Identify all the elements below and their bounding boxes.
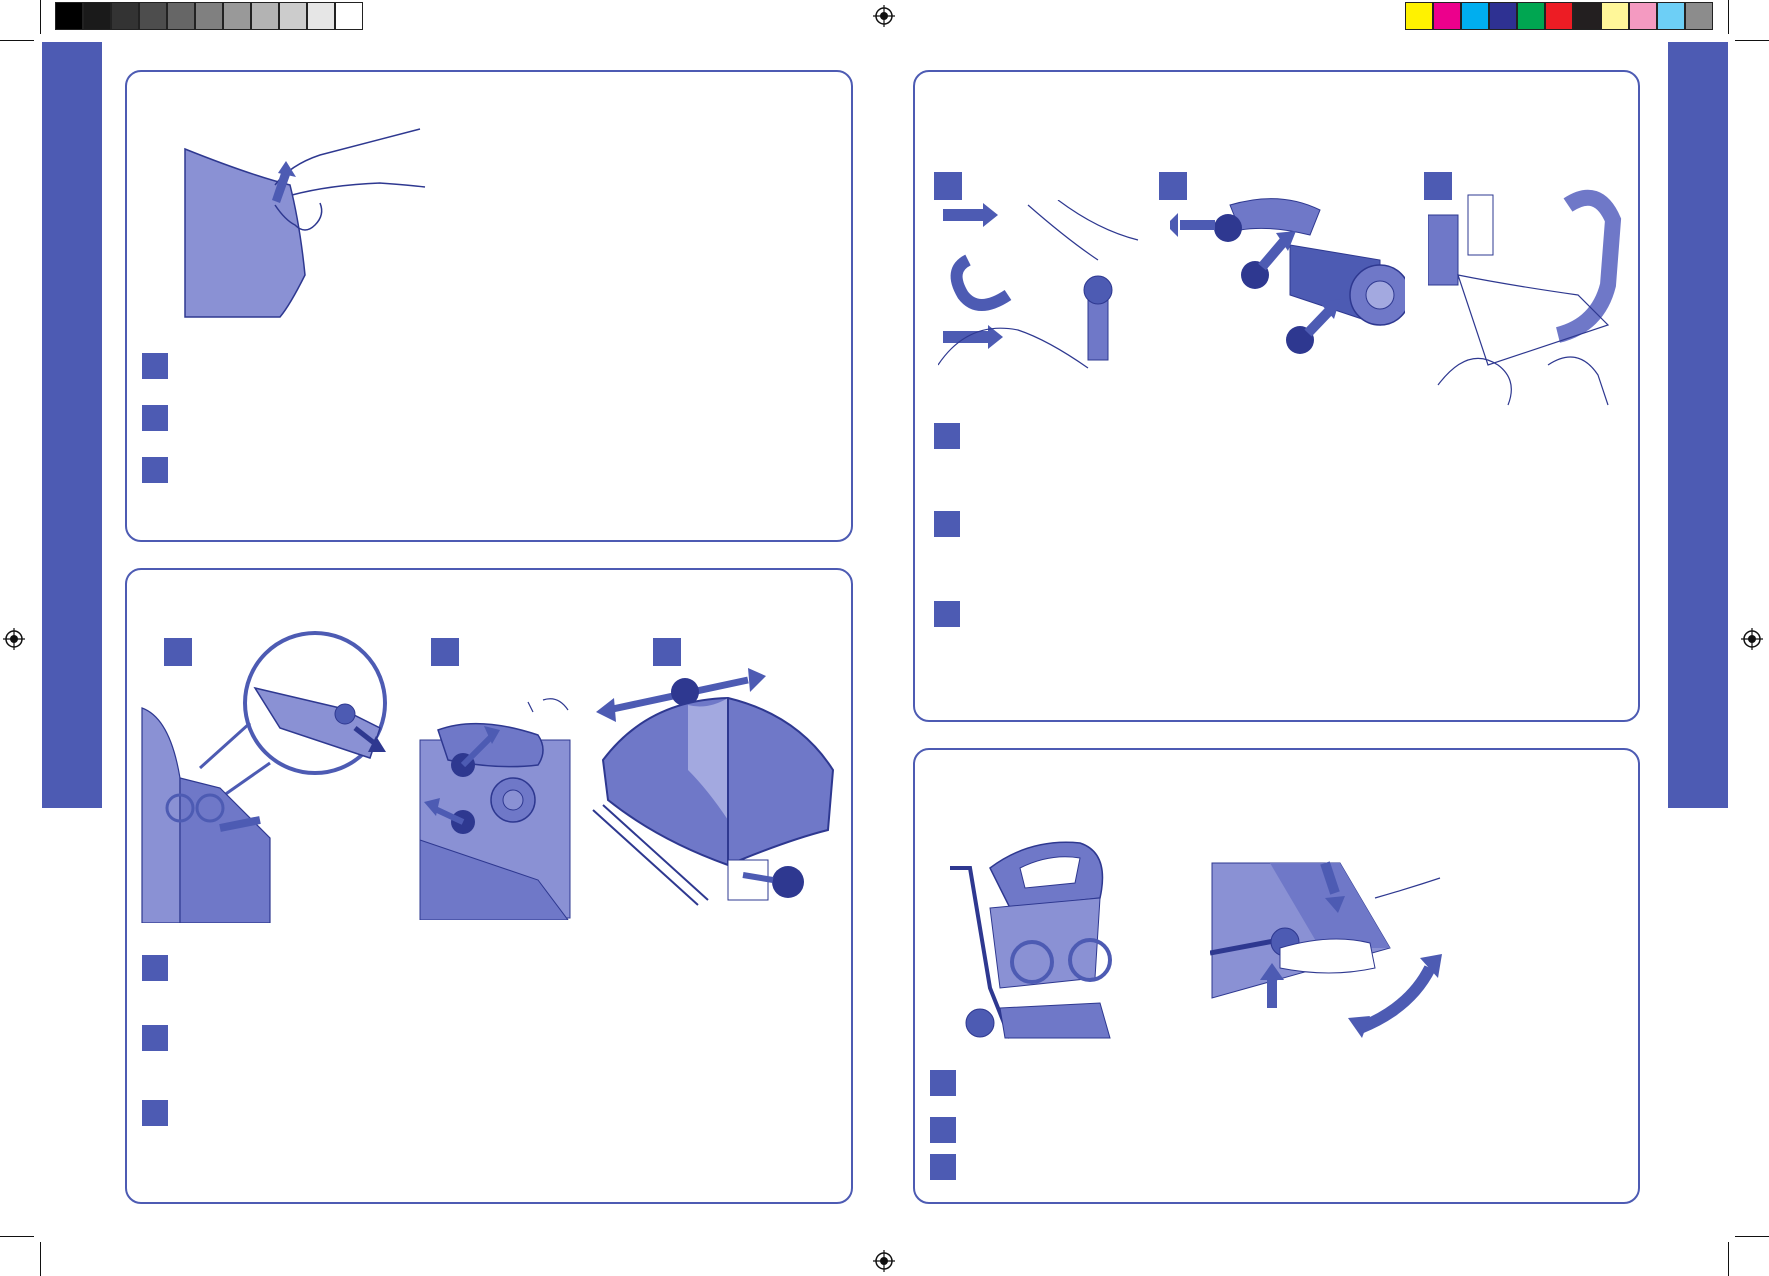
left-sidebar-tab [42, 42, 102, 808]
step-marker-icon [934, 172, 962, 200]
color-swatch [1657, 2, 1685, 30]
gray-swatch [167, 2, 195, 30]
illustration-hand-lifting-cover [180, 125, 430, 320]
crop-mark [1735, 40, 1769, 41]
registration-mark-icon [873, 1250, 895, 1272]
color-swatch [1601, 2, 1629, 30]
crop-mark [0, 1236, 34, 1237]
color-swatch [1573, 2, 1601, 30]
step-square [930, 1154, 956, 1180]
gray-swatch [279, 2, 307, 30]
gray-swatch [195, 2, 223, 30]
illustration-canopy-slide [588, 660, 838, 922]
step-square [142, 457, 168, 483]
crop-mark [1728, 0, 1729, 34]
illustration-canopy-hinge [418, 690, 573, 920]
color-swatch [1405, 2, 1433, 30]
crop-mark [1728, 1242, 1729, 1276]
step-square [934, 511, 960, 537]
gray-swatch [251, 2, 279, 30]
step-square [142, 405, 168, 431]
color-swatch [1433, 2, 1461, 30]
illustration-seat-recline [1210, 858, 1445, 1040]
step-square [934, 601, 960, 627]
crop-mark [40, 1242, 41, 1276]
crop-mark [0, 40, 34, 41]
color-swatch [1517, 2, 1545, 30]
step-square [930, 1070, 956, 1096]
illustration-stroller-overview [950, 838, 1120, 1040]
illustration-bumper-bar-removal [938, 200, 1153, 370]
step-marker-icon [431, 638, 459, 666]
registration-mark-icon [873, 5, 895, 27]
step-square [142, 955, 168, 981]
right-sidebar-tab [1668, 42, 1728, 808]
gray-swatch [307, 2, 335, 30]
crop-mark [1735, 1236, 1769, 1237]
color-swatch [1489, 2, 1517, 30]
color-swatch [1629, 2, 1657, 30]
gray-swatch [223, 2, 251, 30]
color-swatch [1685, 2, 1713, 30]
gray-swatch [83, 2, 111, 30]
registration-mark-icon [3, 628, 25, 650]
color-swatch [1545, 2, 1573, 30]
illustration-bumper-bar-clip [1170, 195, 1405, 367]
gray-swatch [139, 2, 167, 30]
step-square [142, 1025, 168, 1051]
gray-swatch [55, 2, 83, 30]
step-square [930, 1117, 956, 1143]
gray-swatch [335, 2, 363, 30]
gray-swatch [111, 2, 139, 30]
illustration-frame-fold-detail [140, 628, 410, 923]
registration-mark-icon [1741, 628, 1763, 650]
step-square [142, 1100, 168, 1126]
crop-mark [40, 0, 41, 34]
step-square [142, 353, 168, 379]
illustration-bumper-bar-fitted [1428, 165, 1630, 410]
color-swatch [1461, 2, 1489, 30]
step-square [934, 423, 960, 449]
